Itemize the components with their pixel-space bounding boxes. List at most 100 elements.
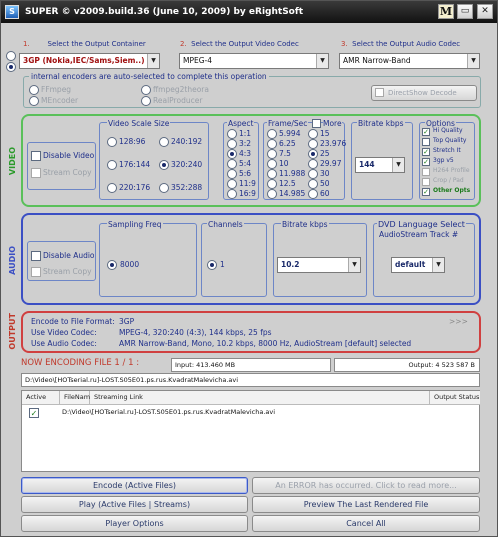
active-checkbox[interactable]: ✓ (29, 408, 39, 418)
preview-button[interactable]: Preview The Last Rendered File (252, 496, 480, 513)
option-label: Top Quality (433, 137, 467, 144)
option-checkbox[interactable] (422, 138, 430, 146)
error-button[interactable]: An ERROR has occurred. Click to read mor… (252, 477, 480, 494)
channels-radio[interactable] (207, 260, 217, 270)
option-checkbox[interactable] (422, 168, 430, 176)
fps-option-radio[interactable] (308, 149, 318, 159)
scale-option-radio[interactable] (107, 160, 117, 170)
output-more-link[interactable]: >>> (449, 317, 468, 326)
close-button[interactable]: ✕ (477, 4, 493, 19)
option-checkbox[interactable]: ✓ (422, 188, 430, 196)
fps-option-radio[interactable] (267, 129, 277, 139)
audio-codec-select[interactable]: AMR Narrow-Band ▼ (339, 53, 480, 69)
fps-option-label: 29.97 (320, 159, 342, 168)
aspect-option-label: 5:6 (239, 169, 252, 178)
aspect-option-radio[interactable] (227, 179, 237, 189)
aspect-title: Aspect (227, 119, 255, 128)
fps-option-label: 5.994 (279, 129, 301, 138)
fps-option-label: 25 (320, 149, 330, 158)
chevron-down-icon: ▼ (147, 54, 159, 68)
fps-option-radio[interactable] (267, 169, 277, 179)
row-filename: D:\Video\[HOTserial.ru]-LOST.S05E01.ps.r… (62, 408, 276, 416)
fps-option-radio[interactable] (267, 189, 277, 199)
video-codec-header: 2. Select the Output Video Codec (180, 40, 299, 48)
mode-radio-top[interactable] (6, 51, 16, 61)
player-options-button[interactable]: Player Options (21, 515, 248, 532)
scale-option-radio[interactable] (159, 183, 169, 193)
aspect-option-label: 1:1 (239, 129, 252, 138)
fps-option-radio[interactable] (267, 179, 277, 189)
column-output-status[interactable]: Output Status (430, 391, 480, 405)
scale-option-radio[interactable] (159, 160, 169, 170)
cancel-all-button[interactable]: Cancel All (252, 515, 480, 532)
aspect-option-radio[interactable] (227, 159, 237, 169)
freq-radio[interactable] (107, 260, 117, 270)
fps-option-radio[interactable] (308, 179, 318, 189)
output-format-label: Encode to File Format: (31, 317, 115, 326)
fps-option-radio[interactable] (308, 159, 318, 169)
option-label: H264 Profile (433, 167, 470, 174)
option-checkbox[interactable]: ✓ (422, 158, 430, 166)
encoders-title: internal encoders are auto-selected to c… (29, 72, 269, 81)
audio-bitrate-select[interactable]: 10.2 ▼ (277, 257, 361, 273)
output-video-value: MPEG-4, 320:240 (4:3), 144 kbps, 25 fps (119, 328, 272, 337)
scale-option-radio[interactable] (107, 137, 117, 147)
option-checkbox[interactable] (422, 178, 430, 186)
option-label: Stretch It (433, 147, 461, 154)
scale-option-radio[interactable] (107, 183, 117, 193)
option-checkbox[interactable]: ✓ (422, 148, 430, 156)
audio-stream-copy-checkbox[interactable] (31, 267, 41, 277)
fps-option-radio[interactable] (267, 159, 277, 169)
video-bitrate-title: Bitrate kbps (357, 119, 405, 128)
container-header: 1. Select the Output Container (23, 40, 146, 48)
chevron-down-icon: ▼ (316, 54, 328, 68)
container-select[interactable]: 3GP (Nokia,IEC/Sams,Siem..) ▼ (19, 53, 160, 69)
fps-title: Frame/Sec (267, 119, 309, 128)
fps-option-radio[interactable] (267, 139, 277, 149)
fps-option-radio[interactable] (267, 149, 277, 159)
option-label: Other Opts (433, 187, 471, 194)
column-active[interactable]: Active (22, 391, 60, 405)
aspect-option-label: 5:4 (239, 159, 252, 168)
column-filename[interactable]: FileName (60, 391, 94, 405)
aspect-option-radio[interactable] (227, 139, 237, 149)
fps-more-checkbox[interactable] (312, 119, 321, 128)
output-size-field: Output: 4 523 587 B (334, 358, 480, 372)
fps-option-radio[interactable] (308, 129, 318, 139)
aspect-option-radio[interactable] (227, 129, 237, 139)
aspect-option-radio[interactable] (227, 189, 237, 199)
ffmpeg-radio (29, 85, 39, 95)
dvd-track-select[interactable]: default ▼ (391, 257, 445, 273)
aspect-option-radio[interactable] (227, 169, 237, 179)
option-checkbox[interactable]: ✓ (422, 128, 430, 136)
fps-option-radio[interactable] (308, 189, 318, 199)
fps-option-label: 6.25 (279, 139, 296, 148)
fps-option-radio[interactable] (308, 169, 318, 179)
video-stream-copy-checkbox[interactable] (31, 168, 41, 178)
ffmpeg2theora-label: ffmpeg2theora (153, 85, 209, 94)
play-button[interactable]: Play (Active Files | Streams) (21, 496, 248, 513)
restore-button[interactable]: ▭ (457, 4, 473, 19)
m-button[interactable]: M (438, 4, 454, 19)
fps-option-label: 60 (320, 189, 330, 198)
scale-option-label: 352:288 (171, 183, 203, 192)
fps-option-radio[interactable] (308, 139, 318, 149)
video-disable-group (27, 142, 96, 190)
video-codec-select[interactable]: MPEG-4 ▼ (179, 53, 329, 69)
encode-button[interactable]: Encode (Active Files) (21, 477, 248, 494)
aspect-option-radio[interactable] (227, 149, 237, 159)
disable-video-checkbox[interactable] (31, 151, 41, 161)
column-streaming-link[interactable]: Streaming Link (90, 391, 430, 405)
disable-audio-checkbox[interactable] (31, 251, 41, 261)
output-audio-value: AMR Narrow-Band, Mono, 10.2 kbps, 8000 H… (119, 339, 412, 348)
sampling-freq-title: Sampling Freq (107, 220, 163, 229)
mode-radio-bottom[interactable] (6, 62, 16, 72)
video-bitrate-select[interactable]: 144 ▼ (355, 157, 405, 173)
ffmpeg-label: FFmpeg (41, 85, 72, 94)
title-bar[interactable]: S SUPER © v2009.build.36 (June 10, 2009)… (1, 1, 497, 23)
file-table[interactable]: Active FileName Streaming Link Output St… (21, 390, 480, 472)
scale-option-radio[interactable] (159, 137, 169, 147)
fps-option-label: 14.985 (279, 189, 306, 198)
table-row[interactable]: ✓ D:\Video\[HOTserial.ru]-LOST.S05E01.ps… (22, 406, 479, 419)
directshow-decode-button[interactable]: DirectShow Decode (371, 85, 477, 101)
